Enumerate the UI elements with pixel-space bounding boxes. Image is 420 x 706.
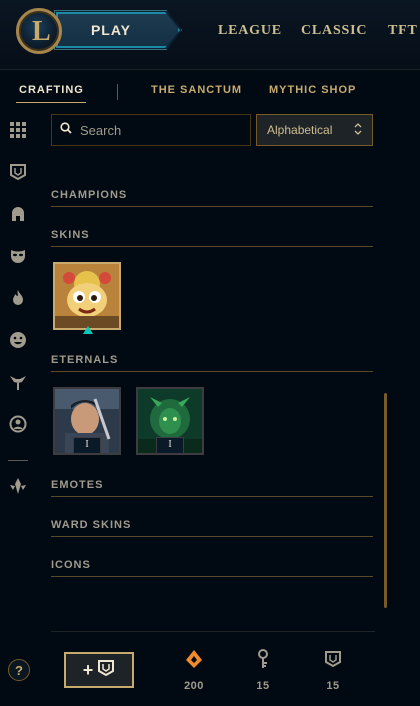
orange-essence-value: 200 [184,680,204,692]
section-champions-label: CHAMPIONS [51,189,128,201]
skin-rarity-gem-icon [83,326,93,334]
tab-the-sanctum[interactable]: THE SANCTUM [151,84,242,96]
add-chest-button[interactable]: + [64,652,134,688]
section-champions[interactable]: CHAMPIONS [51,185,373,207]
search-field[interactable] [51,114,251,146]
key-counter[interactable]: 15 [243,648,283,692]
orange-essence-icon [174,648,214,670]
chest-counter-icon [313,648,353,670]
nav-classic[interactable]: CLASSIC [301,23,367,39]
tab-mythic-shop[interactable]: MYTHIC SHOP [269,84,356,96]
key-icon [243,648,283,670]
eternal-tile[interactable]: I [53,387,121,455]
eternal-level-badge: I [73,437,101,453]
section-eternals[interactable]: ETERNALS [51,350,373,372]
all-items-grid-icon[interactable] [8,120,28,140]
chest-counter[interactable]: 15 [313,648,353,692]
league-logo-icon: L [32,16,51,47]
key-value: 15 [256,680,270,692]
sort-selected-label: Alphabetical [267,123,333,137]
search-input[interactable] [80,122,240,138]
section-eternals-label: ETERNALS [51,354,119,366]
play-button[interactable]: PLAY [56,12,180,48]
section-ward-skins-label: WARD SKINS [51,519,132,531]
orange-essence-counter[interactable]: 200 [174,648,214,692]
emote-face-icon[interactable] [8,330,28,350]
section-emotes[interactable]: EMOTES [51,475,373,497]
search-icon [60,121,72,139]
misc-emblem-icon[interactable] [8,476,28,496]
league-logo[interactable]: L [16,8,62,54]
subnav-divider [117,84,118,100]
plus-label: + [82,659,94,680]
skin-mask-icon[interactable] [8,246,28,266]
sort-dropdown[interactable]: Alphabetical [256,114,373,146]
footer-divider [51,631,375,632]
section-skins-label: SKINS [51,229,90,241]
tab-crafting[interactable]: CRAFTING [19,84,84,96]
section-icons-label: ICONS [51,559,91,571]
chest-icon [97,659,115,682]
sort-chevron-icon [354,122,362,138]
chest-value: 15 [326,680,340,692]
skin-tile[interactable] [53,262,121,330]
top-bar: PLAY L LEAGUE CLASSIC TFT [0,0,420,70]
nav-tft[interactable]: TFT [388,23,418,39]
eternal-tile[interactable]: I [136,387,204,455]
nav-league[interactable]: LEAGUE [218,23,282,39]
ward-skin-icon[interactable] [8,372,28,392]
tab-crafting-underline [16,102,86,103]
eternals-flame-icon[interactable] [8,288,28,308]
sidebar-divider [8,460,28,461]
chest-filter-icon[interactable] [8,162,28,182]
section-skins[interactable]: SKINS [51,225,373,247]
section-emotes-label: EMOTES [51,479,104,491]
summoner-icon-icon[interactable] [8,414,28,434]
skin-artwork [55,264,119,328]
scrollbar[interactable] [384,393,387,608]
section-icons[interactable]: ICONS [51,555,373,577]
champion-helmet-icon[interactable] [8,204,28,224]
eternal-level-badge: I [156,437,184,453]
sub-nav: CRAFTING THE SANCTUM MYTHIC SHOP [0,84,420,104]
help-button[interactable]: ? [8,659,30,681]
section-ward-skins[interactable]: WARD SKINS [51,515,373,537]
